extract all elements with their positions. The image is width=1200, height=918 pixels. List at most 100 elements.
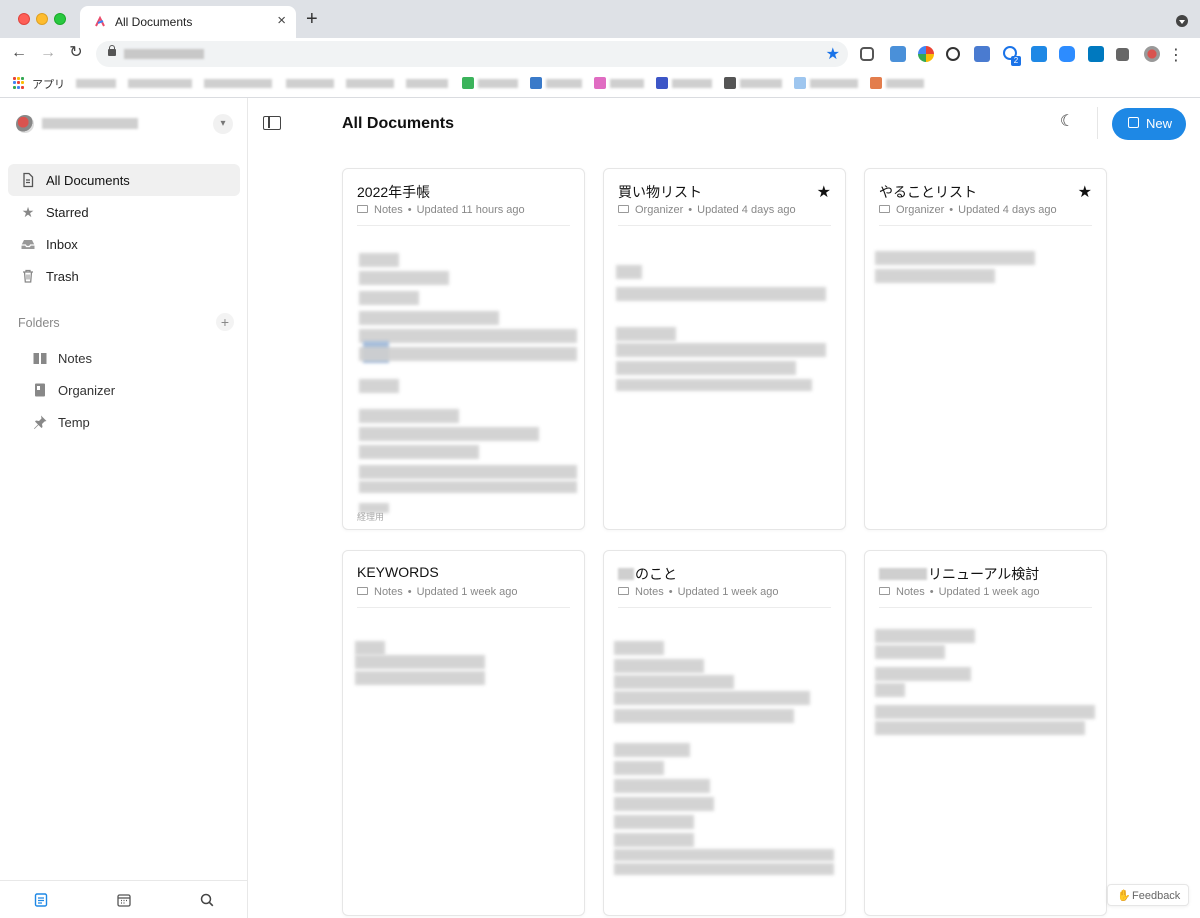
minimize-window-button[interactable] — [36, 13, 48, 25]
sidebar-toggle-icon[interactable] — [263, 116, 281, 130]
card-folder: Organizer — [635, 204, 684, 216]
address-bar[interactable]: ★ — [96, 41, 848, 67]
sidebar-item-inbox[interactable]: Inbox — [8, 228, 240, 260]
card-divider — [357, 607, 570, 608]
folder-icon — [357, 205, 368, 213]
folder-label: Organizer — [58, 383, 116, 398]
mail-extension-icon[interactable] — [1031, 46, 1047, 62]
card-folder: Notes — [374, 586, 403, 598]
inbox-icon — [21, 240, 35, 249]
translate-extension-icon[interactable] — [974, 46, 990, 62]
extension-icon[interactable] — [890, 46, 906, 62]
sidebar-item-label: Starred — [46, 205, 89, 220]
new-document-button[interactable]: New — [1112, 108, 1186, 140]
bookmark-item[interactable] — [810, 79, 858, 88]
card-meta: Notes • Updated 11 hours ago — [357, 204, 525, 216]
document-card[interactable]: KEYWORDS Notes • Updated 1 week ago — [342, 550, 585, 916]
bookmark-item[interactable] — [546, 79, 582, 88]
tab-strip: All Documents × + — [0, 0, 1200, 38]
trello-extension-icon[interactable] — [1088, 46, 1104, 62]
notebook-icon — [35, 383, 45, 397]
document-card[interactable]: やることリスト ★ Organizer • Updated 4 days ago — [864, 168, 1107, 530]
tab-search-icon[interactable] — [1176, 15, 1188, 27]
new-button-label: New — [1146, 116, 1173, 131]
calendar-icon[interactable] — [116, 892, 132, 908]
tab-title: All Documents — [115, 15, 193, 29]
folder-item-organizer[interactable]: Organizer — [8, 374, 240, 406]
card-meta: Organizer • Updated 4 days ago — [879, 204, 1057, 216]
sidebar-nav: All Documents ★ Starred Inbox Trash — [8, 164, 240, 292]
forward-button[interactable]: → — [38, 43, 58, 63]
document-card[interactable]: 2022年手帳 Notes • Updated 11 hours ago 経理用 — [342, 168, 585, 530]
extension-badge: 2 — [1011, 56, 1021, 66]
chevron-down-icon[interactable]: ▾ — [213, 114, 233, 134]
lock-icon — [108, 45, 116, 56]
bookmark-item[interactable] — [286, 79, 334, 88]
browser-chrome: All Documents × + ← → ↻ ★ 2 ⋮ アプリ — [0, 0, 1200, 98]
bookmark-item[interactable] — [610, 79, 644, 88]
documents-view-icon[interactable] — [33, 892, 49, 908]
search-icon[interactable] — [199, 892, 215, 908]
browser-toolbar: ← → ↻ ★ 2 ⋮ — [0, 38, 1200, 70]
back-button[interactable]: ← — [9, 43, 29, 63]
bookmark-item[interactable] — [76, 79, 116, 88]
workspace-name-redacted[interactable] — [42, 118, 138, 129]
browser-tab[interactable]: All Documents × — [80, 6, 296, 38]
apps-grid-icon[interactable] — [13, 77, 25, 89]
page-title: All Documents — [342, 115, 455, 132]
color-extension-icon[interactable] — [918, 46, 934, 62]
dark-mode-toggle-icon[interactable]: ☾ — [1057, 112, 1077, 132]
close-window-button[interactable] — [18, 13, 30, 25]
profile-avatar[interactable] — [1144, 46, 1160, 62]
bookmark-item[interactable] — [346, 79, 394, 88]
folder-icon — [618, 587, 629, 595]
extensions-puzzle-icon[interactable] — [1116, 48, 1129, 61]
tab-close-icon[interactable]: × — [277, 12, 286, 29]
workspace-avatar[interactable] — [16, 115, 34, 133]
document-card[interactable]: リニューアル検討 Notes • Updated 1 week ago — [864, 550, 1107, 916]
sidebar-item-label: Inbox — [46, 237, 78, 252]
title-redacted — [618, 568, 634, 580]
card-title: KEYWORDS — [357, 564, 439, 580]
browser-menu-icon[interactable]: ⋮ — [1168, 45, 1184, 65]
card-updated: Updated 4 days ago — [958, 204, 1057, 216]
apps-label[interactable]: アプリ — [32, 76, 65, 92]
bookmark-item[interactable] — [672, 79, 712, 88]
folder-item-notes[interactable]: Notes — [8, 342, 240, 374]
sidebar-item-starred[interactable]: ★ Starred — [8, 196, 240, 228]
sidebar-item-trash[interactable]: Trash — [8, 260, 240, 292]
book-icon — [33, 353, 47, 364]
pin-icon — [34, 415, 47, 429]
password-extension-icon[interactable] — [946, 47, 960, 61]
feedback-button[interactable]: ✋ Feedback — [1107, 884, 1189, 906]
bookmark-star-icon[interactable]: ★ — [826, 44, 840, 64]
trash-icon — [23, 269, 33, 283]
starred-icon[interactable]: ★ — [817, 182, 831, 202]
reload-button[interactable]: ↻ — [66, 43, 86, 63]
bookmark-item[interactable] — [740, 79, 782, 88]
folder-item-temp[interactable]: Temp — [8, 406, 240, 438]
document-card[interactable]: 買い物リスト ★ Organizer • Updated 4 days ago — [603, 168, 846, 530]
zoom-extension-icon[interactable] — [1059, 46, 1075, 62]
bookmark-item[interactable] — [128, 79, 192, 88]
bookmark-item[interactable] — [478, 79, 518, 88]
sidebar-item-all-documents[interactable]: All Documents — [8, 164, 240, 196]
starred-icon[interactable]: ★ — [1078, 182, 1092, 202]
zoom-window-button[interactable] — [54, 13, 66, 25]
bookmark-item[interactable] — [204, 79, 272, 88]
card-meta: Notes • Updated 1 week ago — [618, 586, 779, 598]
bookmark-item[interactable] — [406, 79, 448, 88]
card-folder: Notes — [896, 586, 925, 598]
new-tab-button[interactable]: + — [306, 9, 318, 29]
bookmark-favicon-icon — [724, 77, 736, 89]
card-updated: Updated 1 week ago — [938, 586, 1040, 598]
add-folder-button[interactable]: + — [216, 313, 234, 331]
card-title-row: のこと — [618, 564, 677, 584]
card-divider — [618, 607, 831, 608]
card-title: 2022年手帳 — [357, 184, 431, 200]
bookmark-item[interactable] — [886, 79, 924, 88]
document-card[interactable]: のこと Notes • Updated 1 week ago — [603, 550, 846, 916]
card-footer-text: 経理用 — [357, 512, 385, 522]
document-icon — [23, 172, 34, 188]
pocket-extension-icon[interactable] — [860, 47, 874, 61]
